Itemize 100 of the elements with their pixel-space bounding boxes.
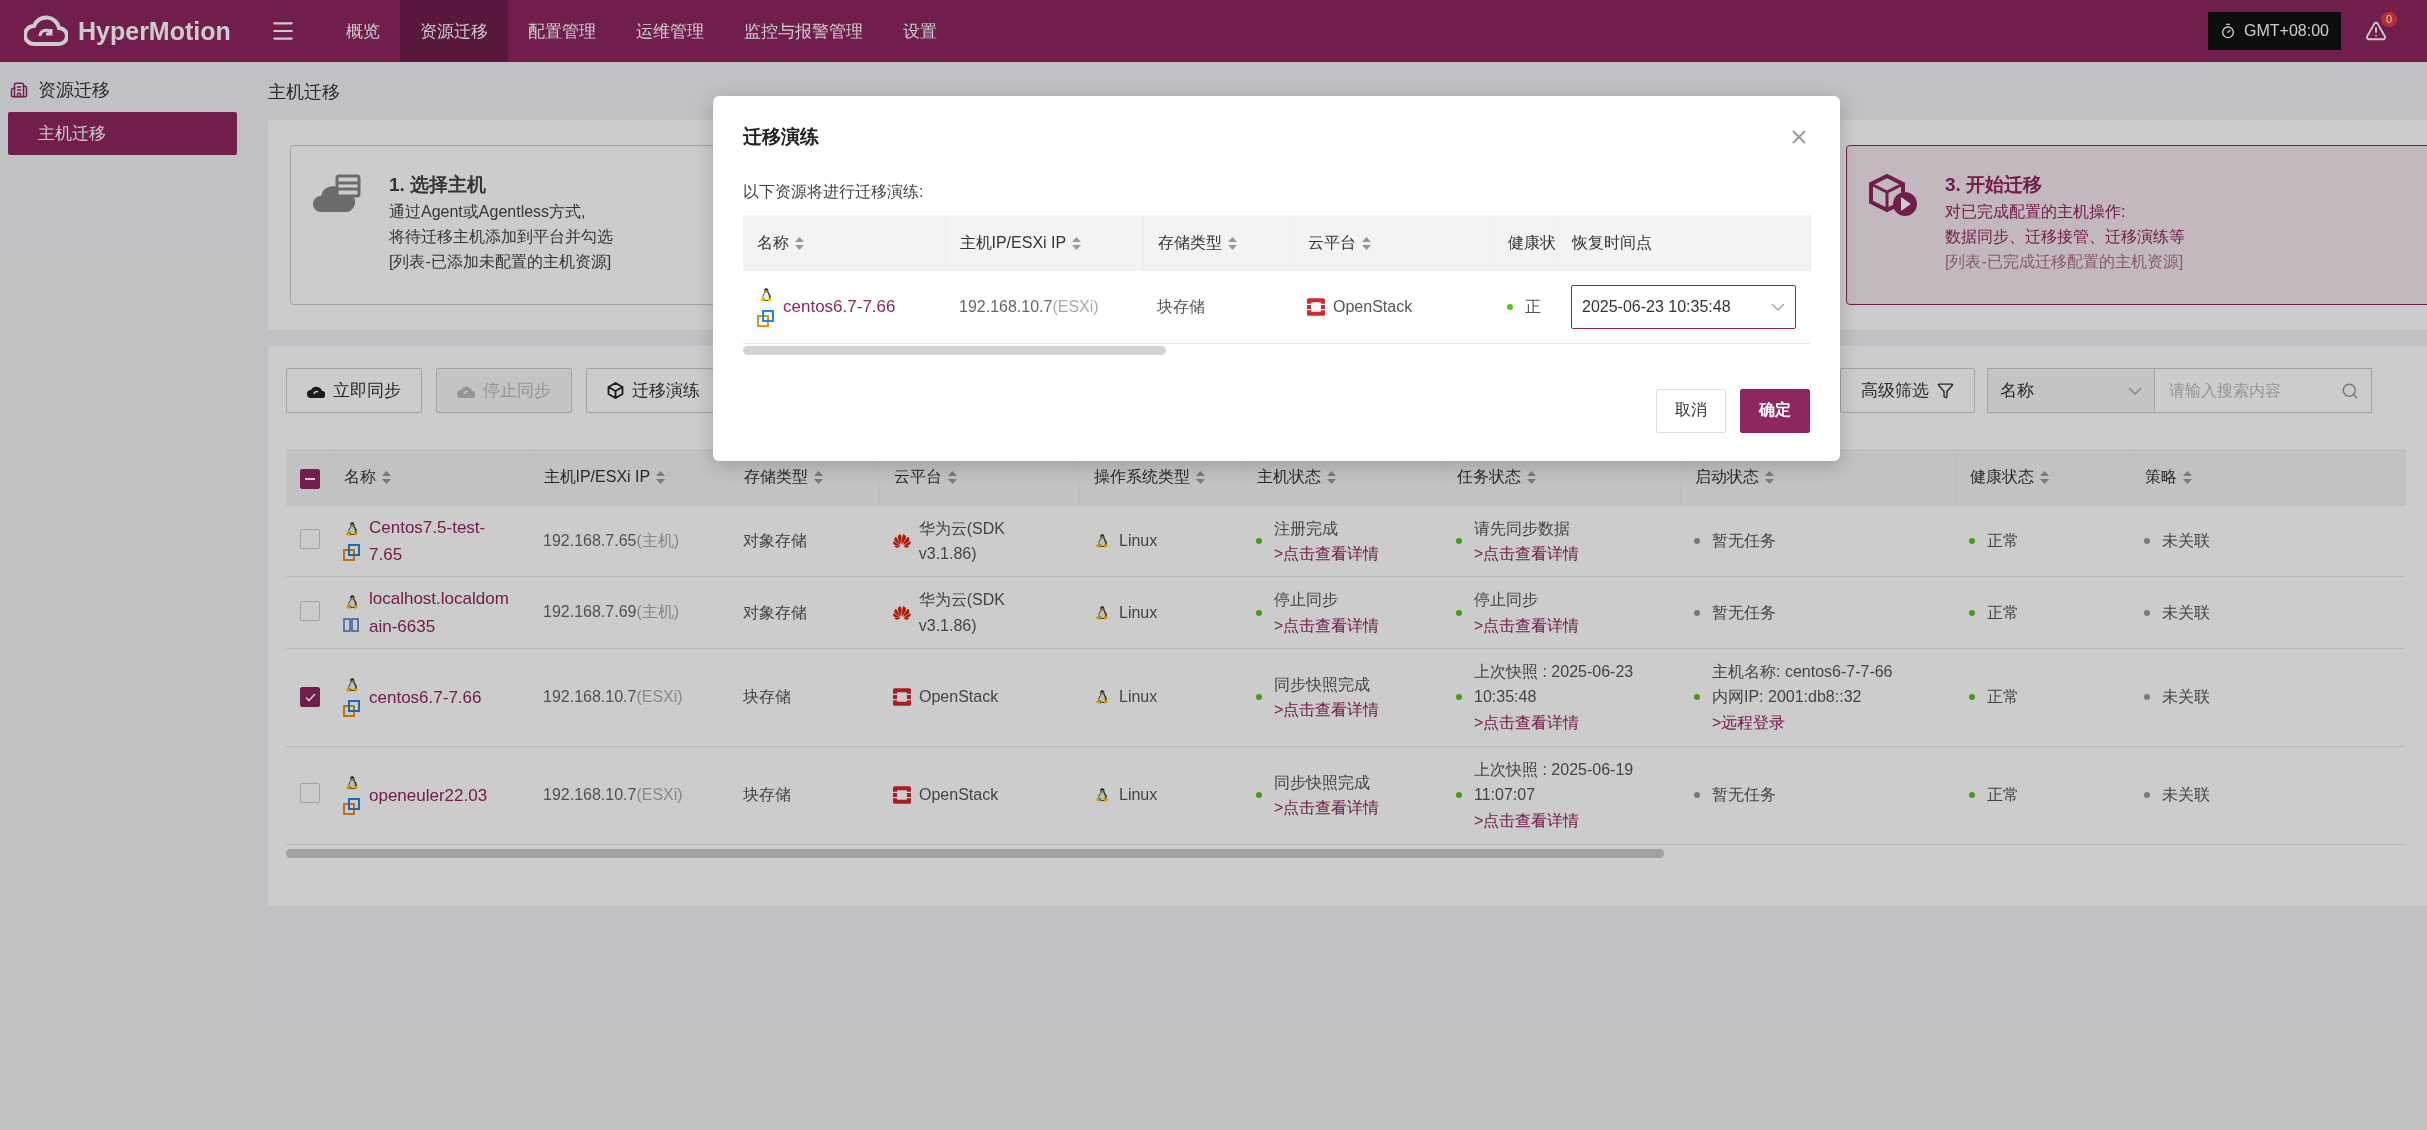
os-text: Linux xyxy=(1119,531,1158,552)
status-text: 正常 xyxy=(1987,785,2019,806)
step-description: 对已完成配置的主机操作: xyxy=(1945,202,2127,222)
sidebar-item[interactable]: 主机迁移 xyxy=(8,112,237,155)
nav-tab[interactable]: 概览 xyxy=(326,0,400,62)
cloud-platform-text: OpenStack xyxy=(919,785,999,806)
host-name-link[interactable]: centos6.7-7.66 xyxy=(369,683,515,711)
select-all-checkbox[interactable] xyxy=(300,469,320,489)
restore-point-select[interactable]: 2025-06-23 10:35:48 xyxy=(1571,284,1796,329)
sort-icon[interactable] xyxy=(947,471,957,484)
nav-tab[interactable]: 配置管理 xyxy=(508,0,616,62)
column-header: 云平台 xyxy=(893,467,942,487)
step-description: 通过Agent或Agentless方式, xyxy=(389,202,587,222)
chevron-down-icon xyxy=(1771,302,1785,311)
sort-icon[interactable] xyxy=(2182,471,2192,484)
scrollbar[interactable] xyxy=(286,848,1664,858)
details-link[interactable]: >点击查看详情 xyxy=(1274,697,1380,723)
sort-icon[interactable] xyxy=(1361,236,1371,250)
storage-type-text: 块存储 xyxy=(1157,297,1205,315)
sort-icon[interactable] xyxy=(1072,236,1082,250)
column-header: 名称 xyxy=(757,232,789,253)
storage-type-text: 对象存储 xyxy=(743,603,807,621)
details-link[interactable]: >点击查看详情 xyxy=(1274,541,1380,567)
timer-icon xyxy=(2220,23,2237,39)
details-link[interactable]: >点击查看详情 xyxy=(1274,612,1380,639)
advanced-filter-button[interactable]: 高级筛选 xyxy=(1840,368,1975,413)
details-link[interactable]: >远程登录 xyxy=(1712,710,1893,736)
status-text: 上次快照 : 2025-06-23 10:35:48 xyxy=(1474,661,1635,708)
vm-icon xyxy=(343,798,361,817)
host-name-link[interactable]: Centos7.5-test-7.65 xyxy=(369,514,515,569)
row-checkbox[interactable] xyxy=(300,687,320,708)
linux-icon xyxy=(1093,688,1111,707)
linux-icon xyxy=(757,285,775,304)
scrollbar[interactable] xyxy=(743,345,1166,355)
sort-icon[interactable] xyxy=(1764,471,1774,484)
step-note: [列表-已完成迁移配置的主机资源] xyxy=(1945,252,2185,272)
sort-icon[interactable] xyxy=(795,236,804,250)
status-text: 暂无任务 xyxy=(1712,531,1776,552)
details-link[interactable]: >点击查看详情 xyxy=(1474,808,1666,834)
status-text: 暂无任务 xyxy=(1712,785,1776,806)
sort-icon[interactable] xyxy=(1326,471,1336,484)
confirm-button[interactable]: 确定 xyxy=(1740,388,1810,433)
vm-icon xyxy=(757,309,775,328)
status-text: 未关联 xyxy=(2162,602,2210,623)
vm-icon xyxy=(343,700,361,719)
column-header: 存储类型 xyxy=(1157,232,1222,253)
column-header: 云平台 xyxy=(1307,232,1356,253)
filter-icon xyxy=(1937,382,1954,399)
status-text: 同步快照完成 xyxy=(1274,772,1371,793)
column-header: 健康状 xyxy=(1507,232,1556,253)
timezone-button[interactable]: GMT+08:00 xyxy=(2208,12,2341,50)
cube-icon xyxy=(607,382,624,399)
storage-type-text: 块存储 xyxy=(743,688,791,706)
status-text: 未关联 xyxy=(2162,531,2210,552)
checkmark-icon xyxy=(304,692,316,702)
sidebar-group-title: 资源迁移 xyxy=(38,79,110,102)
cancel-button[interactable]: 取消 xyxy=(1656,388,1726,433)
sort-icon[interactable] xyxy=(1526,471,1536,484)
step-title: 1. 选择主机 xyxy=(389,173,488,197)
search-icon xyxy=(2341,381,2359,400)
status-text: 请先同步数据 xyxy=(1474,518,1571,539)
sort-icon[interactable] xyxy=(656,471,666,484)
sort-icon[interactable] xyxy=(381,471,391,484)
linux-icon xyxy=(1093,603,1111,622)
minus-icon xyxy=(305,478,315,480)
step-title: 3. 开始迁移 xyxy=(1945,173,2044,197)
column-header: 主机状态 xyxy=(1256,467,1321,487)
brand-name: HyperMotion xyxy=(78,16,231,46)
status-text: 未关联 xyxy=(2162,785,2210,806)
details-link[interactable]: >点击查看详情 xyxy=(1274,795,1380,821)
alert-count: 0 xyxy=(2380,12,2397,27)
page-title: 主机迁移 xyxy=(268,81,341,104)
details-link[interactable]: >点击查看详情 xyxy=(1474,710,1666,736)
host-name-link[interactable]: openeuler22.03 xyxy=(369,781,515,809)
os-text: Linux xyxy=(1119,687,1158,708)
sort-icon[interactable] xyxy=(1227,236,1237,250)
status-text: 未关联 xyxy=(2162,687,2210,708)
sort-icon[interactable] xyxy=(2039,471,2049,484)
toolbar-button[interactable]: 立即同步 xyxy=(286,368,422,413)
nav-tab[interactable]: 设置 xyxy=(883,0,957,62)
status-text: 正常 xyxy=(1987,687,2019,708)
sort-icon[interactable] xyxy=(813,471,823,484)
search-field-select[interactable]: 名称 xyxy=(1987,368,2155,413)
status-text: 正常 xyxy=(1987,531,2019,552)
details-link[interactable]: >点击查看详情 xyxy=(1474,612,1580,639)
alert-icon[interactable] xyxy=(2365,20,2387,42)
linux-icon xyxy=(343,592,361,611)
column-header: 恢复时间点 xyxy=(1571,233,1652,251)
column-header: 启动状态 xyxy=(1694,467,1759,487)
column-header: 策略 xyxy=(2144,467,2177,487)
step-note: [列表-已添加未配置的主机资源] xyxy=(389,252,613,272)
nav-tab[interactable]: 运维管理 xyxy=(616,0,724,62)
sort-icon[interactable] xyxy=(1195,471,1205,484)
step-card[interactable]: 3. 开始迁移 对已完成配置的主机操作: 数据同步、迁移接管、迁移演练等 [列表-已完成迁移配置的主机资源] xyxy=(1846,145,2427,305)
details-link[interactable]: >点击查看详情 xyxy=(1474,541,1580,567)
host-name-link[interactable]: localhost.localdomain-6635 xyxy=(369,585,515,640)
cloud-logo-icon xyxy=(24,14,68,48)
cloud-platform-text: 华为云(SDK v3.1.86) xyxy=(918,589,1006,636)
nav-tab[interactable]: 监控与报警管理 xyxy=(724,0,883,62)
status-text: 上次快照 : 2025-06-19 11:07:07 xyxy=(1474,759,1635,806)
